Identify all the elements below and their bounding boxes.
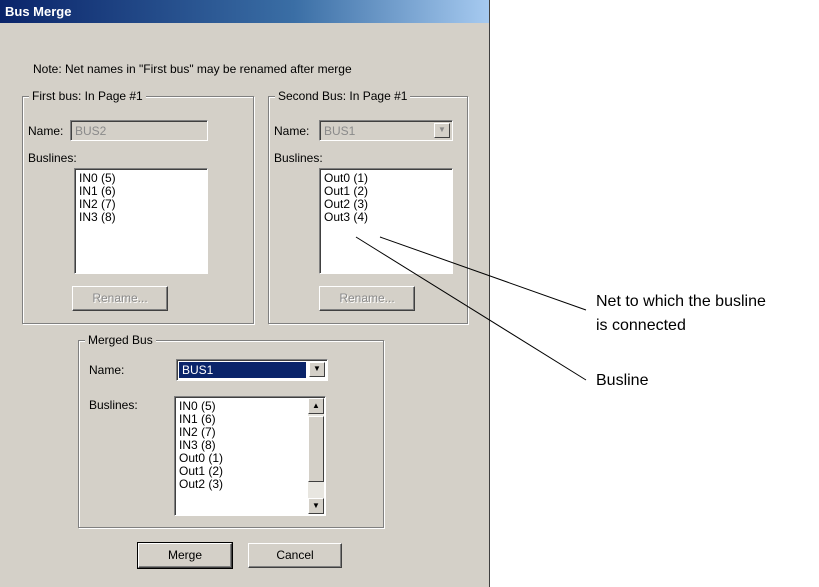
first-bus-name-label: Name:	[28, 124, 64, 138]
scrollbar-thumb[interactable]	[308, 416, 324, 482]
callout-net-line1: Net to which the busline	[596, 293, 766, 310]
first-bus-buslines-label: Buslines:	[28, 151, 77, 165]
merge-note: Note: Net names in "First bus" may be re…	[33, 62, 352, 76]
first-bus-legend: First bus: In Page #1	[29, 89, 146, 103]
first-bus-rename-button[interactable]: Rename...	[72, 286, 168, 311]
scroll-up-arrow-icon[interactable]: ▲	[308, 398, 324, 414]
merged-bus-buslines-list[interactable]: IN0 (5) IN1 (6) IN2 (7) IN3 (8) Out0 (1)…	[174, 396, 326, 516]
list-item[interactable]: Out2 (3)	[179, 478, 307, 491]
bus-merge-dialog: Bus Merge Note: Net names in "First bus"…	[0, 0, 490, 587]
callout-net-line2: is connected	[596, 317, 686, 334]
list-item[interactable]: IN3 (8)	[79, 211, 207, 224]
callout-busline-label: Busline	[596, 372, 649, 389]
scroll-down-arrow-icon[interactable]: ▼	[308, 498, 324, 514]
first-bus-buslines-list[interactable]: IN0 (5) IN1 (6) IN2 (7) IN3 (8)	[74, 168, 208, 274]
merged-bus-buslines-label: Buslines:	[89, 398, 138, 412]
second-bus-name-combo: BUS1 ▼	[319, 120, 453, 141]
merged-bus-legend: Merged Bus	[85, 333, 156, 347]
chevron-down-icon[interactable]: ▼	[309, 362, 325, 377]
cancel-button[interactable]: Cancel	[248, 543, 342, 568]
merged-bus-scrollbar[interactable]: ▲ ▼	[308, 398, 324, 514]
second-bus-name-label: Name:	[274, 124, 310, 138]
first-bus-name-value: BUS2	[75, 124, 107, 138]
second-bus-rename-button[interactable]: Rename...	[319, 286, 415, 311]
list-item[interactable]: Out3 (4)	[324, 211, 452, 224]
callout-net-label: Net to which the busline is connected	[596, 290, 766, 338]
first-bus-name-field: BUS2	[70, 120, 208, 141]
merge-button[interactable]: Merge	[137, 542, 233, 569]
merged-bus-name-combo[interactable]: BUS1 ▼	[176, 359, 328, 381]
window-title: Bus Merge	[0, 0, 489, 23]
chevron-down-icon: ▼	[434, 123, 450, 138]
second-bus-buslines-label: Buslines:	[274, 151, 323, 165]
merged-bus-name-value[interactable]: BUS1	[179, 362, 306, 378]
second-bus-buslines-list[interactable]: Out0 (1) Out1 (2) Out2 (3) Out3 (4)	[319, 168, 453, 274]
merged-bus-name-label: Name:	[89, 363, 125, 377]
second-bus-name-value: BUS1	[324, 124, 356, 138]
second-bus-legend: Second Bus: In Page #1	[275, 89, 411, 103]
